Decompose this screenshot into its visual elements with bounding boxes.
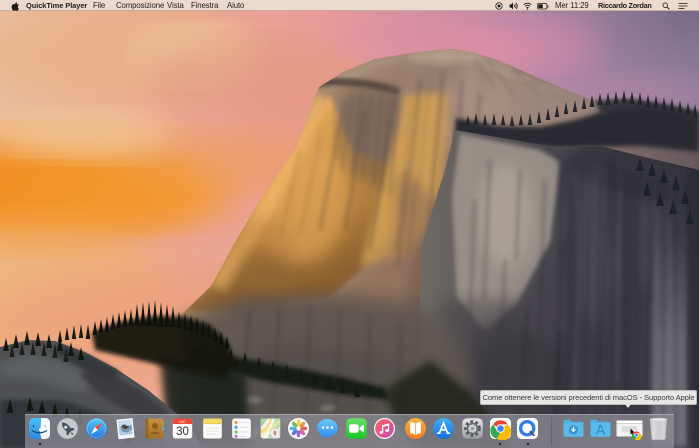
svg-text:30: 30 — [176, 426, 189, 438]
svg-text:DIC: DIC — [179, 420, 186, 424]
